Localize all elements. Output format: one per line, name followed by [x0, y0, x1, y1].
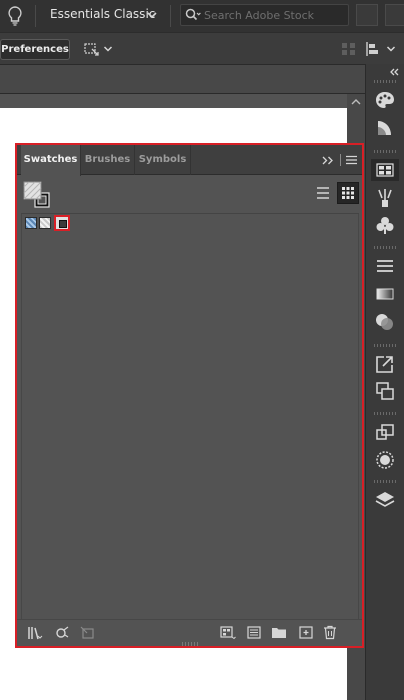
transform-icon[interactable]: [374, 422, 396, 442]
arrange-icon[interactable]: [374, 381, 396, 401]
chevron-down-icon[interactable]: [386, 44, 396, 54]
panel-tab-bar: Swatches Brushes Symbols: [17, 145, 362, 176]
app-bar: Essentials Classic: [0, 0, 404, 32]
dock-grip[interactable]: [374, 480, 396, 483]
blue-pattern-swatch[interactable]: [25, 217, 37, 229]
workspace-switcher-label[interactable]: Essentials Classic: [50, 7, 155, 21]
symbols-icon[interactable]: [374, 215, 396, 235]
transparency-icon[interactable]: [374, 312, 396, 332]
selected-pattern-swatch[interactable]: [54, 215, 70, 231]
gradient-swatch-icon[interactable]: [374, 118, 396, 138]
align-icon[interactable]: [340, 40, 360, 58]
window-button[interactable]: [356, 4, 378, 26]
expand-panel-icon[interactable]: [322, 156, 334, 165]
palette-icon[interactable]: [374, 90, 396, 110]
transform-icon[interactable]: [81, 40, 101, 58]
tab-brushes[interactable]: Brushes: [81, 145, 135, 175]
color-group-icon[interactable]: [220, 625, 236, 640]
swatches-list: [21, 214, 359, 619]
scroll-up-icon[interactable]: [351, 98, 361, 106]
swatch-libraries-icon[interactable]: [27, 625, 43, 640]
layers-icon[interactable]: [374, 490, 396, 510]
list-view-button[interactable]: [312, 182, 334, 204]
grid-view-button[interactable]: [337, 182, 359, 204]
dock-grip[interactable]: [374, 344, 396, 347]
dock-grip[interactable]: [374, 412, 396, 415]
dock-grip[interactable]: [374, 246, 396, 249]
new-swatch-icon[interactable]: [298, 625, 314, 640]
tab-swatches[interactable]: Swatches: [21, 145, 81, 176]
dock-grip[interactable]: [374, 150, 396, 153]
tab-symbols[interactable]: Symbols: [135, 145, 191, 175]
panel-dock: [365, 64, 404, 700]
divider: [340, 154, 341, 166]
fill-stroke-indicator[interactable]: [23, 181, 51, 209]
brushes-icon[interactable]: [374, 188, 396, 208]
show-kinds-icon[interactable]: [55, 625, 71, 640]
trash-icon[interactable]: [322, 625, 338, 640]
panel-resize-grip[interactable]: [182, 642, 198, 646]
document-tab-bar: [0, 64, 365, 94]
folder-icon[interactable]: [271, 625, 287, 640]
distribute-icon[interactable]: [364, 40, 384, 58]
gradient-icon[interactable]: [374, 284, 396, 304]
chevron-down-icon[interactable]: [103, 44, 113, 54]
stock-search-box[interactable]: [180, 4, 349, 26]
export-icon[interactable]: [374, 354, 396, 374]
appearance-icon[interactable]: [374, 450, 396, 470]
collapse-dock-icon[interactable]: [388, 68, 400, 76]
chevron-down-icon[interactable]: [146, 9, 158, 21]
preferences-button[interactable]: Preferences: [0, 39, 70, 60]
search-input[interactable]: [204, 6, 344, 24]
swatch-options-icon: [79, 625, 95, 640]
divider: [170, 5, 171, 27]
stroke-icon[interactable]: [374, 256, 396, 276]
search-icon[interactable]: [185, 8, 201, 22]
window-button[interactable]: [385, 4, 404, 26]
swatches-panel: Swatches Brushes Symbols: [15, 143, 364, 648]
swatches-icon[interactable]: [371, 159, 399, 181]
new-swatch-group-icon[interactable]: [246, 625, 262, 640]
divider: [35, 5, 36, 27]
gray-pattern-swatch[interactable]: [39, 217, 51, 229]
panel-menu-icon[interactable]: [346, 155, 357, 165]
lightbulb-icon[interactable]: [8, 6, 22, 26]
dock-grip[interactable]: [374, 80, 396, 83]
control-bar: Preferences: [0, 32, 404, 64]
